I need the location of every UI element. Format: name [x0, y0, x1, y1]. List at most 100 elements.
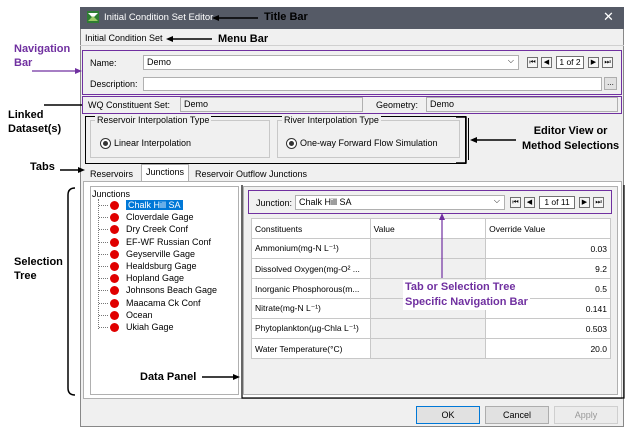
junction-select[interactable]: Chalk Hill SA ⌵ — [295, 195, 505, 210]
override-value-cell[interactable]: 9.2 — [485, 258, 611, 279]
callout-menu-bar: Menu Bar — [218, 33, 269, 45]
record-counter: 1 of 2 — [556, 56, 584, 69]
value-cell — [369, 238, 487, 259]
junction-node-icon — [110, 323, 119, 332]
junction-node-icon — [110, 298, 119, 308]
value-cell — [369, 338, 487, 359]
tree-connector — [99, 253, 108, 255]
junction-counter: 1 of 11 — [539, 196, 575, 209]
table-row[interactable]: Ammonium(mg-N L⁻¹) 0.03 — [251, 238, 611, 259]
menu-divider — [80, 45, 624, 46]
tab-reservoir-outflow-junctions[interactable]: Reservoir Outflow Junctions — [191, 167, 311, 181]
tree-item[interactable]: Maacama Ck Conf — [126, 298, 201, 308]
tree-item[interactable]: Hopland Gage — [126, 273, 184, 283]
river-interpolation-title: River Interpolation Type — [282, 115, 381, 125]
table-row[interactable]: Water Temperature(°C) 20.0 — [251, 338, 611, 359]
first-junction-icon[interactable]: ⏮ — [510, 197, 521, 208]
name-select[interactable]: Demo ⌵ — [143, 55, 519, 70]
junction-node-icon — [110, 262, 119, 271]
constituent-name: Ammonium(mg-N L⁻¹) — [251, 238, 371, 259]
override-value-cell[interactable]: 0.03 — [485, 238, 611, 259]
constituent-name: Water Temperature(°C) — [251, 338, 371, 359]
one-way-flow-label: One-way Forward Flow Simulation — [300, 138, 438, 148]
geometry-value: Demo — [426, 97, 618, 112]
junction-node-icon — [110, 201, 119, 210]
tree-connector — [99, 266, 108, 267]
override-value-cell[interactable]: 0.503 — [485, 318, 611, 339]
tree-item[interactable]: Cloverdale Gage — [126, 212, 194, 222]
table-row[interactable]: Dissolved Oxygen(mg-O² ... 9.2 — [251, 258, 611, 279]
tree-item[interactable]: EF-WF Russian Conf — [126, 237, 211, 247]
ok-button[interactable]: OK — [416, 406, 480, 424]
table-row[interactable]: Phytoplankton(µg-Chla L⁻¹) 0.503 — [251, 318, 611, 339]
next-junction-icon[interactable]: ▶ — [579, 197, 590, 208]
wq-constituent-value: Demo — [180, 97, 363, 112]
linear-interpolation-radio[interactable] — [100, 138, 111, 149]
tree-line — [98, 199, 100, 329]
override-value-cell[interactable]: 20.0 — [485, 338, 611, 359]
tree-item[interactable]: Ocean — [126, 310, 153, 320]
window-title: Initial Condition Set Editor — [104, 12, 214, 23]
callout-navigation-bar: Navigation Bar — [14, 43, 71, 69]
tree-connector — [99, 327, 108, 328]
one-way-flow-radio[interactable] — [286, 138, 297, 149]
chevron-down-icon: ⌵ — [507, 56, 514, 65]
junction-node-icon — [110, 310, 119, 320]
callout-data-panel: Data Panel — [140, 371, 197, 383]
tree-connector — [99, 241, 108, 243]
value-cell — [369, 258, 487, 279]
callout-editor-view: Editor View or Method Selections — [522, 125, 620, 152]
description-label: Description: — [90, 79, 138, 89]
name-value: Demo — [147, 57, 172, 67]
tree-item[interactable]: Dry Creek Conf — [126, 224, 188, 234]
tree-item[interactable]: Johnsons Beach Gage — [126, 285, 217, 295]
app-icon — [87, 11, 99, 23]
tree-item[interactable]: Healdsburg Gage — [126, 261, 197, 271]
menu-initial-condition-set[interactable]: Initial Condition Set — [85, 33, 163, 43]
callout-selection-tree: Selection Tree — [14, 256, 63, 282]
first-record-icon[interactable]: ⏮ — [527, 57, 538, 68]
description-ellipsis-button[interactable]: ... — [604, 77, 617, 90]
callout-tab-navigation: Tab or Selection Tree Specific Navigatio… — [403, 280, 530, 310]
constituent-name: Nitrate(mg-N L⁻¹) — [251, 298, 371, 319]
column-header-value: Value — [369, 218, 487, 239]
callout-title-bar: Title Bar — [264, 11, 308, 23]
tree-connector — [99, 278, 108, 280]
cancel-button[interactable]: Cancel — [485, 406, 549, 424]
tab-reservoirs[interactable]: Reservoirs — [86, 167, 137, 181]
close-icon[interactable]: ✕ — [603, 9, 614, 25]
callout-tabs: Tabs — [30, 161, 55, 173]
wq-constituent-label: WQ Constituent Set: — [88, 100, 171, 110]
junction-value: Chalk Hill SA — [299, 197, 352, 207]
description-field[interactable] — [143, 77, 602, 91]
next-record-icon[interactable]: ▶ — [588, 57, 599, 68]
constituent-name: Phytoplankton(µg-Chla L⁻¹) — [251, 318, 371, 339]
tree-connector — [99, 290, 108, 292]
previous-record-icon[interactable]: ◀ — [541, 57, 552, 68]
junction-label: Junction: — [256, 198, 293, 208]
tree-root[interactable]: Junctions — [92, 189, 130, 199]
tree-connector — [99, 229, 108, 231]
constituent-name: Dissolved Oxygen(mg-O² ... — [251, 258, 371, 279]
geometry-label: Geometry: — [376, 100, 419, 110]
tab-junctions[interactable]: Junctions — [141, 164, 190, 182]
reservoir-interpolation-title: Reservoir Interpolation Type — [95, 115, 212, 125]
apply-button[interactable]: Apply — [554, 406, 618, 424]
last-junction-icon[interactable]: ⏭ — [593, 197, 604, 208]
callout-linked-datasets: Linked Dataset(s) — [8, 109, 62, 135]
last-record-icon[interactable]: ⏭ — [602, 57, 613, 68]
chevron-down-icon: ⌵ — [493, 196, 500, 205]
tree-item[interactable]: Ukiah Gage — [126, 322, 174, 332]
junction-node-icon — [110, 237, 119, 247]
tree-item[interactable]: Geyserville Gage — [126, 249, 195, 259]
tree-connector — [99, 314, 108, 316]
column-header-override: Override Value — [485, 218, 611, 239]
previous-junction-icon[interactable]: ◀ — [524, 197, 535, 208]
junction-node-icon — [110, 249, 119, 259]
linear-interpolation-label: Linear Interpolation — [114, 138, 192, 148]
tree-item[interactable]: Chalk Hill SA — [126, 200, 183, 210]
tree-connector — [99, 302, 108, 304]
tree-connector — [99, 217, 108, 219]
editor-bracket — [468, 118, 469, 160]
column-header-constituents: Constituents — [251, 218, 371, 239]
